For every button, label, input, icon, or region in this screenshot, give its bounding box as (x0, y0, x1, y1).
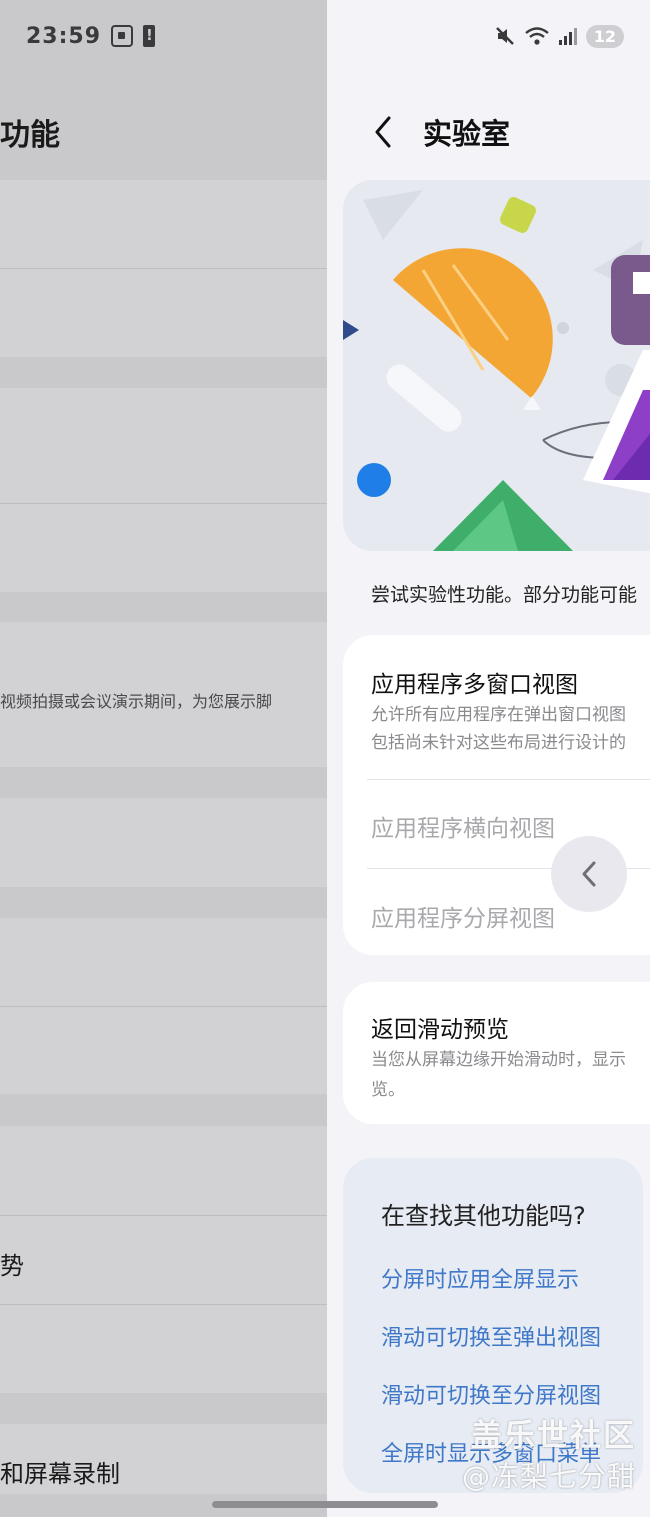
back-arrow-icon (375, 116, 391, 148)
option-split-view[interactable]: 应用程序分屏视图 (371, 899, 555, 933)
settings-row[interactable] (0, 1126, 327, 1215)
back-gesture-subtitle-1: 当您从屏幕边缘开始滑动时，显示 (371, 1050, 626, 1070)
signal-icon (558, 28, 577, 45)
settings-row[interactable]: 和屏幕录制 (0, 1424, 327, 1494)
link-swipe-split[interactable]: 滑动可切换至分屏视图 (381, 1378, 601, 1410)
labs-illustration (343, 180, 650, 551)
link-split-fullscreen[interactable]: 分屏时应用全屏显示 (381, 1262, 579, 1294)
status-bar-right: 12 (494, 20, 624, 52)
back-gesture-title: 返回滑动预览 (371, 1017, 509, 1043)
app-header: 实验室 (327, 100, 650, 164)
settings-row[interactable] (0, 798, 327, 887)
back-button[interactable] (353, 102, 413, 162)
row-description: 视频拍摄或会议演示期间，为您展示脚 (0, 692, 273, 711)
card-back-gesture[interactable]: 返回滑动预览 当您从屏幕边缘开始滑动时，显示 览。 (343, 982, 650, 1124)
divider (367, 779, 650, 780)
link-swipe-popup[interactable]: 滑动可切换至弹出视图 (381, 1320, 601, 1352)
settings-row[interactable] (0, 180, 327, 268)
settings-row[interactable] (0, 269, 327, 357)
status-bar-left: 23:59 (26, 20, 156, 52)
mute-icon (495, 27, 514, 45)
page-title: 功能 (0, 118, 60, 153)
watermark-line-1: 盖乐世社区 (471, 1418, 636, 1454)
home-indicator[interactable] (212, 1501, 438, 1508)
labs-intro: 尝试实验性功能。部分功能可能 (371, 584, 638, 606)
status-badge: 12 (585, 24, 624, 48)
wifi-icon (524, 27, 549, 45)
battery-alert-icon (143, 25, 156, 47)
settings-row[interactable]: 势 (0, 1216, 327, 1304)
multiwindow-subtitle-2: 包括尚未针对这些布局进行设计的 (371, 733, 626, 753)
settings-row[interactable]: 视频拍摄或会议演示期间，为您展示脚 (0, 622, 327, 767)
settings-row[interactable] (0, 504, 327, 592)
more-features-title: 在查找其他功能吗? (381, 1202, 586, 1230)
left-panel-dimmed: 23:59 功能 视频拍摄或会议演示期间，为您展示脚 势 和屏幕录制 (0, 0, 327, 1517)
page-title: 实验室 (423, 117, 511, 151)
settings-row[interactable] (0, 1007, 327, 1094)
chevron-left-icon (582, 861, 596, 887)
watermark: 盖乐世社区 @冻梨七分甜 (462, 1410, 636, 1495)
right-panel-labs: 12 实验室 尝试实验性功能。部分功能可能 应用程序多窗口视图 允许所有应用程序… (327, 0, 650, 1517)
row-label: 势 (0, 1252, 24, 1280)
edge-panel-handle[interactable] (551, 836, 627, 912)
back-gesture-subtitle-2: 览。 (371, 1080, 405, 1100)
screenshot-icon (111, 25, 134, 47)
settings-row[interactable] (0, 1305, 327, 1393)
status-time: 23:59 (26, 23, 102, 49)
multiwindow-title: 应用程序多窗口视图 (371, 672, 578, 698)
settings-row[interactable] (0, 388, 327, 503)
multiwindow-subtitle-1: 允许所有应用程序在弹出窗口视图 (371, 705, 626, 725)
row-label: 和屏幕录制 (0, 1460, 120, 1488)
option-landscape-view[interactable]: 应用程序横向视图 (371, 809, 555, 843)
settings-row[interactable] (0, 918, 327, 1006)
watermark-line-2: @冻梨七分甜 (461, 1460, 636, 1493)
